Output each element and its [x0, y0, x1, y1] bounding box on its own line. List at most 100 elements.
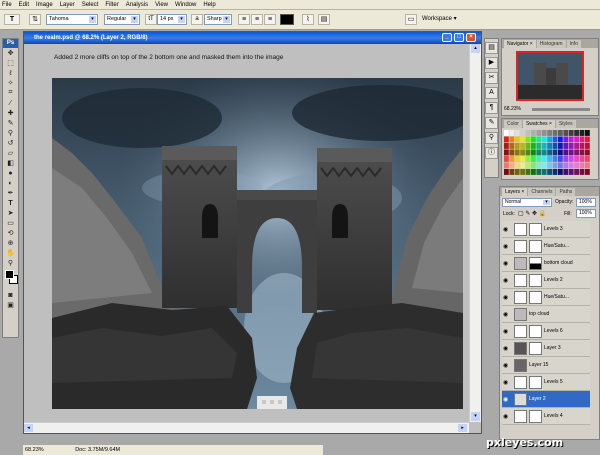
- swatch[interactable]: [531, 149, 536, 156]
- navigator-zoom[interactable]: 68.23%: [504, 106, 521, 112]
- swatch[interactable]: [541, 143, 547, 149]
- font-style-select[interactable]: Regular ▾: [104, 14, 140, 25]
- swatch[interactable]: [547, 149, 552, 156]
- swatch[interactable]: [563, 156, 569, 162]
- swatch[interactable]: [547, 169, 552, 175]
- swatch[interactable]: [585, 149, 590, 156]
- layer-row[interactable]: ◉ Levels 6: [502, 323, 590, 340]
- eye-icon[interactable]: ◉: [503, 260, 508, 267]
- swatch[interactable]: [520, 149, 525, 156]
- swatch[interactable]: [563, 169, 569, 175]
- swatch[interactable]: [574, 130, 579, 136]
- opacity-field[interactable]: 100%: [576, 198, 596, 207]
- hand-tool-icon[interactable]: ✋: [3, 248, 18, 258]
- layer-name[interactable]: Levels 4: [544, 413, 563, 419]
- swatch[interactable]: [509, 130, 515, 136]
- dodge-tool-icon[interactable]: ◐: [3, 178, 18, 188]
- swatch[interactable]: [568, 136, 574, 143]
- swatch[interactable]: [504, 130, 509, 136]
- swatch[interactable]: [552, 136, 558, 143]
- swatch[interactable]: [574, 162, 579, 169]
- swatch[interactable]: [504, 169, 509, 175]
- maximize-icon[interactable]: □: [454, 33, 464, 42]
- swatch[interactable]: [552, 162, 558, 169]
- eye-icon[interactable]: ◉: [503, 413, 508, 420]
- swatch[interactable]: [514, 169, 520, 175]
- swatch[interactable]: [531, 136, 536, 143]
- swatch[interactable]: [558, 162, 563, 169]
- swatch[interactable]: [509, 162, 515, 169]
- layer-mask-thumbnail[interactable]: [529, 342, 542, 355]
- swatch[interactable]: [509, 169, 515, 175]
- tab-paths[interactable]: Paths: [556, 188, 576, 196]
- swatch[interactable]: [574, 149, 579, 156]
- move-tool-icon[interactable]: ✥: [3, 48, 18, 58]
- layer-mask-thumbnail[interactable]: [529, 240, 542, 253]
- crop-tool-icon[interactable]: ⌗: [3, 88, 18, 98]
- align-left-icon[interactable]: ≡: [238, 14, 250, 25]
- zoom-tool-icon[interactable]: ⚲: [3, 258, 18, 268]
- swatch[interactable]: [531, 169, 536, 175]
- eye-icon[interactable]: ◉: [503, 328, 508, 335]
- layer-mask-thumbnail[interactable]: [529, 223, 542, 236]
- swatch[interactable]: [547, 156, 552, 162]
- tab-info[interactable]: Info: [566, 40, 581, 48]
- orientation-toggle-icon[interactable]: ⇅: [29, 14, 41, 25]
- navigator-preview[interactable]: [516, 51, 584, 101]
- layer-row[interactable]: ◉ Layer 15: [502, 357, 590, 374]
- minimize-icon[interactable]: _: [442, 33, 452, 42]
- info-panel-icon[interactable]: ⓘ: [485, 147, 498, 159]
- swatch[interactable]: [525, 143, 531, 149]
- font-family-select[interactable]: Tahoma ▾: [46, 14, 98, 25]
- brush-tool-icon[interactable]: ✎: [3, 118, 18, 128]
- swatch[interactable]: [547, 130, 552, 136]
- swatch[interactable]: [579, 156, 585, 162]
- swatch[interactable]: [509, 143, 515, 149]
- tab-histogram[interactable]: Histogram: [536, 40, 566, 48]
- layer-name[interactable]: Levels 5: [544, 379, 563, 385]
- scroll-up-icon[interactable]: ▴: [471, 44, 480, 53]
- tool-presets-icon[interactable]: ✂: [485, 72, 498, 84]
- menu-image[interactable]: Image: [36, 2, 53, 8]
- swatch[interactable]: [525, 149, 531, 156]
- swatch[interactable]: [525, 136, 531, 143]
- swatch[interactable]: [504, 149, 509, 156]
- layer-row[interactable]: ◉ Hue/Satu...: [502, 238, 590, 255]
- swatch[interactable]: [568, 143, 574, 149]
- magic-wand-tool-icon[interactable]: ✧: [3, 78, 18, 88]
- blur-tool-icon[interactable]: ●: [3, 168, 18, 178]
- swatch[interactable]: [514, 162, 520, 169]
- fill-field[interactable]: 100%: [576, 209, 596, 218]
- menu-layer[interactable]: Layer: [60, 2, 75, 8]
- layer-row-selected[interactable]: ◉ Layer 2: [502, 391, 590, 408]
- eyedropper-tool-icon[interactable]: ⁄: [3, 98, 18, 108]
- scroll-right-icon[interactable]: ▸: [458, 424, 467, 432]
- swatch[interactable]: [568, 169, 574, 175]
- document-title-bar[interactable]: the realm.psd @ 68.2% (Layer 2, RGB/8) _…: [24, 32, 481, 44]
- swatch[interactable]: [574, 143, 579, 149]
- menu-file[interactable]: File: [2, 2, 12, 8]
- horizontal-scrollbar[interactable]: ◂ ▸: [24, 422, 469, 433]
- swatch[interactable]: [563, 162, 569, 169]
- swatch[interactable]: [585, 169, 590, 175]
- swatch[interactable]: [514, 143, 520, 149]
- swatch[interactable]: [541, 169, 547, 175]
- clone-source-icon[interactable]: ⚲: [485, 132, 498, 144]
- vertical-scrollbar[interactable]: ▴ ▾: [469, 44, 481, 422]
- type-tool-preset[interactable]: T: [4, 14, 20, 25]
- swatch[interactable]: [514, 149, 520, 156]
- layer-mask-thumbnail[interactable]: [529, 376, 542, 389]
- swatch[interactable]: [558, 136, 563, 143]
- swatch[interactable]: [531, 156, 536, 162]
- layer-mask-thumbnail[interactable]: [529, 257, 542, 270]
- swatch[interactable]: [525, 169, 531, 175]
- swatch[interactable]: [514, 130, 520, 136]
- swatch[interactable]: [520, 169, 525, 175]
- layer-mask-thumbnail[interactable]: [529, 274, 542, 287]
- eye-icon[interactable]: ◉: [503, 362, 508, 369]
- clone-stamp-tool-icon[interactable]: ⚲: [3, 128, 18, 138]
- swatch[interactable]: [536, 162, 542, 169]
- swatch[interactable]: [547, 136, 552, 143]
- swatch[interactable]: [558, 149, 563, 156]
- layer-name[interactable]: Levels 3: [544, 226, 563, 232]
